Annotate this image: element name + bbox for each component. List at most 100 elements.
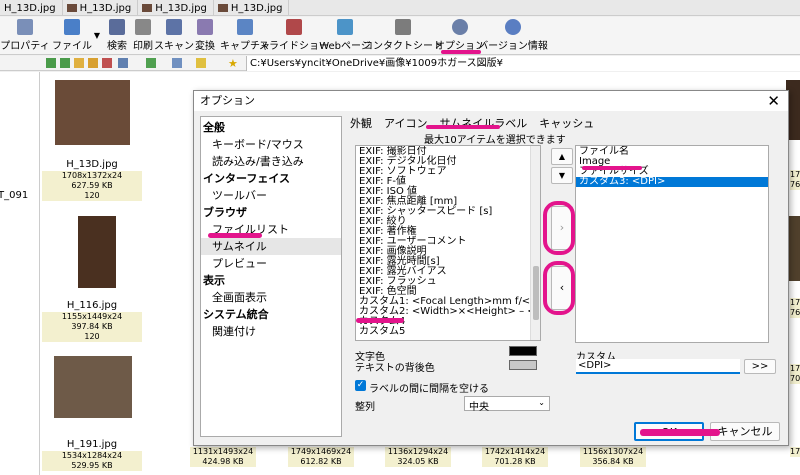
file-icon: [64, 19, 80, 35]
folder-icon[interactable]: [88, 58, 98, 68]
scan-button[interactable]: スキャン: [154, 17, 194, 55]
tab-1[interactable]: H_13D.jpg: [63, 0, 139, 16]
tree-item-system-integration[interactable]: システム統合: [201, 306, 341, 323]
thumbnail-name: H_13D.jpg: [42, 158, 142, 171]
file-dropdown-arrow[interactable]: ▼: [92, 17, 102, 55]
alignment-select[interactable]: 中央 ⌄: [464, 396, 550, 413]
tree-item-toolbar[interactable]: ツールバー: [201, 187, 341, 204]
text-background-swatch[interactable]: [509, 360, 537, 370]
thumbnail-num: 120: [84, 191, 100, 200]
button-label: 検索: [107, 41, 127, 52]
tree-item-thumbnail[interactable]: サムネイル: [201, 238, 341, 255]
scrollbar-thumb[interactable]: [533, 266, 539, 320]
print-button[interactable]: 印刷: [132, 17, 154, 55]
view-icon[interactable]: [118, 58, 128, 68]
delete-icon[interactable]: [102, 58, 112, 68]
text-background-label: テキストの背後色: [355, 363, 435, 374]
label-spacing-checkbox[interactable]: ✓: [355, 380, 366, 391]
web-page-button[interactable]: Webページ: [319, 17, 371, 55]
tab-cache[interactable]: キャッシュ: [539, 115, 594, 131]
text-color-swatch[interactable]: [509, 346, 537, 356]
thumbnail-image[interactable]: [78, 216, 116, 288]
tab-label: H_13D.jpg: [4, 2, 56, 14]
document-tabs: H_13D.jpg H_13D.jpg H_13D.jpg H_13D.jpg: [0, 0, 800, 16]
thumbnail-size: 701.28 KB: [494, 457, 536, 466]
list-scrollbar[interactable]: [530, 146, 540, 340]
tree-item-fullscreen[interactable]: 全画面表示: [201, 289, 341, 306]
chevron-down-icon: ⌄: [538, 398, 545, 407]
thumbnail-size: 324.05 KB: [397, 457, 439, 466]
filter-icon[interactable]: [172, 58, 182, 68]
tab-2[interactable]: H_13D.jpg: [138, 0, 214, 16]
tree-item-preview[interactable]: プレビュー: [201, 255, 341, 272]
close-icon[interactable]: ✕: [767, 91, 780, 111]
sort-icon[interactable]: [146, 58, 156, 68]
contact-sheet-icon: [395, 19, 411, 35]
dialog-title-bar: オプション ✕: [194, 91, 788, 111]
annotation-highlight: [441, 50, 481, 54]
available-items-list[interactable]: EXIF: 撮影日付 EXIF: デジタル化日付 EXIF: ソフトウェア EXIF:…: [355, 145, 541, 341]
thumbnail-size: 356.84 KB: [592, 457, 634, 466]
custom-format-input[interactable]: <DPI>: [576, 359, 740, 374]
thumbnail-dims: 1534x1284x24: [61, 451, 123, 460]
tree-item-keyboard-mouse[interactable]: キーボード/マウス: [201, 136, 341, 153]
properties-icon: [17, 19, 33, 35]
tab-3[interactable]: H_13D.jpg: [214, 0, 290, 16]
thumbnail-size: 76: [790, 180, 800, 189]
cancel-button[interactable]: キャンセル: [710, 422, 780, 441]
slideshow-button[interactable]: スライドショー: [259, 17, 329, 55]
tree-item-general[interactable]: 全般: [201, 119, 341, 136]
dialog-title: オプション: [200, 94, 255, 107]
thumbnail-num: 120: [84, 332, 100, 341]
selected-list-item[interactable]: カスタム3: <DPI>: [576, 177, 768, 187]
button-label: スキャン: [154, 41, 194, 52]
annotation-highlight: [356, 318, 404, 323]
thumbnail-caption: 174 70: [790, 364, 800, 384]
folder-up-icon[interactable]: [74, 58, 84, 68]
thumbnail-image[interactable]: [55, 80, 130, 145]
thumbnail-caption: H_116.jpg 1155x1449x24 397.84 KB 120: [42, 299, 142, 342]
thumbnail-caption: 1131x1493x24 424.98 KB: [190, 447, 256, 467]
thumbnail-dims: 174: [790, 364, 800, 373]
tag-icon[interactable]: [196, 58, 206, 68]
convert-button[interactable]: 変換: [193, 17, 217, 55]
chevron-down-icon: ▼: [93, 31, 101, 40]
slideshow-icon: [286, 19, 302, 35]
contact-sheet-button[interactable]: コンタクトシート: [363, 17, 443, 55]
thumbnail-caption: 176: [790, 447, 800, 457]
thumbnail-image[interactable]: [54, 356, 132, 418]
file-button[interactable]: ファイル: [52, 17, 92, 55]
thumbnail-size: 76: [790, 308, 800, 317]
selected-items-list[interactable]: ファイル名 Image ファイルサイズ カスタム3: <DPI>: [575, 145, 769, 343]
tab-0[interactable]: H_13D.jpg: [0, 0, 63, 16]
tree-item-associations[interactable]: 関連付け: [201, 323, 341, 340]
thumbnail-size: 627.59 KB: [71, 181, 113, 190]
about-button[interactable]: バージョン情報: [478, 17, 548, 55]
favorites-star-icon[interactable]: ★: [228, 57, 238, 70]
address-path-field[interactable]: C:¥Users¥yncit¥OneDrive¥画像¥1009ホガース図版¥: [246, 56, 800, 71]
thumbnail-caption: H_13D.jpg 1708x1372x24 627.59 KB 120: [42, 158, 142, 201]
alignment-label: 整列: [355, 402, 375, 413]
alignment-value: 中央: [469, 402, 489, 413]
binoculars-icon: [109, 19, 125, 35]
custom-insert-button[interactable]: >>: [744, 359, 776, 374]
move-up-button[interactable]: ▲: [551, 148, 573, 165]
thumbnail-dims: 171: [790, 298, 800, 307]
properties-button[interactable]: プロパティ: [0, 17, 50, 55]
forward-icon[interactable]: [60, 58, 70, 68]
tree-item-display[interactable]: 表示: [201, 272, 341, 289]
move-down-button[interactable]: ▼: [551, 167, 573, 184]
thumbnail-dims: 1749x1469x24: [290, 447, 352, 456]
thumbnail-size: 612.82 KB: [300, 457, 342, 466]
main-toolbar: プロパティ ファイル ▼ 検索 印刷 スキャン 変換 キャプチャ スライドショー…: [0, 17, 800, 55]
tree-item-read-write[interactable]: 読み込み/書き込み: [201, 153, 341, 170]
back-icon[interactable]: [46, 58, 56, 68]
tree-item-interface[interactable]: インターフェイス: [201, 170, 341, 187]
thumbnail-dims: 1131x1493x24: [192, 447, 254, 456]
tab-appearance[interactable]: 外観: [350, 115, 372, 131]
available-list-item[interactable]: カスタム5: [356, 327, 540, 337]
search-button[interactable]: 検索: [106, 17, 128, 55]
thumbnail-caption: H_191.jpg 1534x1284x24 529.95 KB: [42, 438, 142, 471]
tree-item-browser[interactable]: ブラウザ: [201, 204, 341, 221]
tab-icons[interactable]: アイコン: [384, 115, 427, 131]
